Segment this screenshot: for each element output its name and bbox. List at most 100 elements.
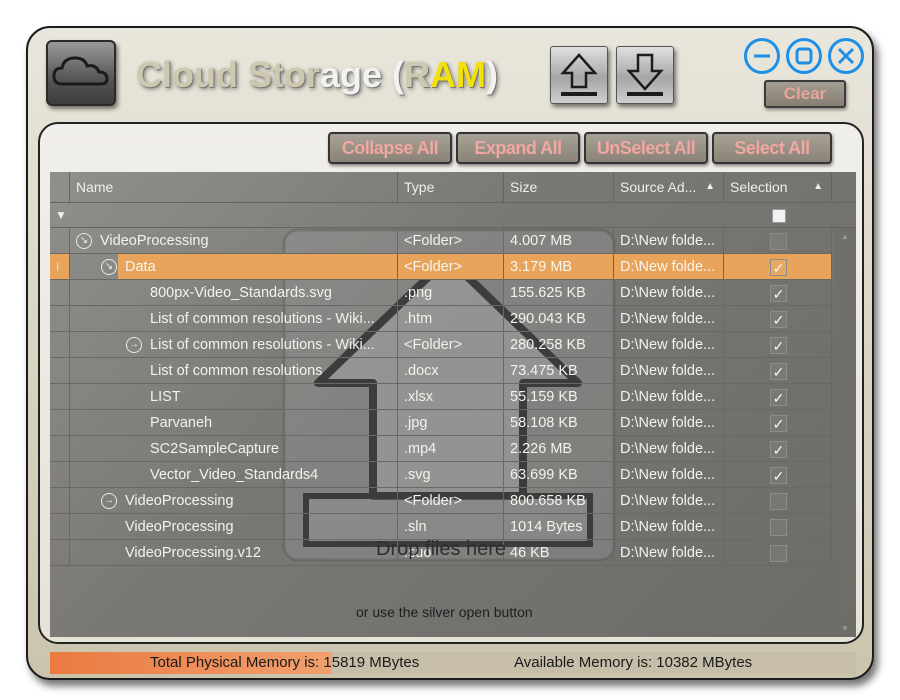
selection-checkbox[interactable]: ✓ [770,337,787,354]
row-indicator[interactable] [50,332,70,358]
scroll-down-icon[interactable]: ▼ [841,624,849,633]
file-name: Data [125,259,156,275]
selection-checkbox[interactable]: ✓ [770,389,787,406]
file-name: Vector_Video_Standards4 [150,467,319,483]
column-header-size[interactable]: Size [504,172,614,202]
name-cell[interactable]: Vector_Video_Standards4 [70,462,398,488]
selection-cell[interactable] [724,228,832,254]
row-indicator[interactable] [50,384,70,410]
clear-button[interactable]: Clear [764,80,846,108]
column-header-name[interactable]: Name [70,172,398,202]
column-header-type[interactable]: Type [398,172,504,202]
selection-checkbox[interactable]: ✓ [770,311,787,328]
filter-icon[interactable]: ▼ [55,208,67,222]
row-indicator[interactable] [50,306,70,332]
row-indicator[interactable] [50,514,70,540]
close-button[interactable] [828,38,864,74]
selection-cell[interactable]: ✓ [724,436,832,462]
table-row[interactable]: → VideoProcessing <Folder> 800.658 KB D:\New… [50,488,856,514]
selection-checkbox[interactable] [770,519,787,536]
collapse-icon[interactable]: ↘ [76,233,92,249]
table-row[interactable]: ↘ VideoProcessing <Folder> 4.007 MB D:\New f… [50,228,856,254]
name-cell[interactable]: SC2SampleCapture [70,436,398,462]
cloud-icon[interactable] [46,40,116,106]
upload-button[interactable] [550,46,608,104]
selection-cell[interactable]: ✓ [724,332,832,358]
selection-cell[interactable]: ✓ [724,306,832,332]
source-cell: D:\New folde... [614,358,724,384]
minimize-button[interactable] [744,38,780,74]
selection-cell[interactable]: ✓ [724,358,832,384]
name-cell[interactable]: ↘ VideoProcessing [70,228,398,254]
type-cell: <Folder> [398,228,504,254]
download-button[interactable] [616,46,674,104]
row-indicator[interactable] [50,436,70,462]
selection-checkbox[interactable]: ✓ [770,363,787,380]
selection-cell[interactable]: ✓ [724,384,832,410]
row-indicator[interactable] [50,410,70,436]
selection-checkbox[interactable] [770,233,787,250]
table-row[interactable]: → List of common resolutions - Wiki... <Fo… [50,332,856,358]
selection-cell[interactable] [724,514,832,540]
expand-icon[interactable]: → [126,337,142,353]
column-header-source[interactable]: Source Ad... ▲ [614,172,724,202]
type-cell: .htm [398,306,504,332]
source-cell: D:\New folde... [614,332,724,358]
vertical-scrollbar[interactable]: ▲ ▼ [834,228,856,637]
select-all-checkbox[interactable] [772,209,786,223]
selection-cell[interactable]: ✓ [724,280,832,306]
row-indicator[interactable] [50,280,70,306]
table-row[interactable]: 800px-Video_Standards.svg .png 155.625 KB D… [50,280,856,306]
table-row[interactable]: LIST .xlsx 55.159 KB D:\New folde... ✓ [50,384,856,410]
selection-checkbox[interactable]: ✓ [770,467,787,484]
name-cell[interactable]: → VideoProcessing [70,488,398,514]
table-row[interactable]: Parvaneh .jpg 58.108 KB D:\New folde... ✓ [50,410,856,436]
name-cell[interactable]: LIST [70,384,398,410]
table-row[interactable]: List of common resolutions - Wiki... .htm… [50,306,856,332]
file-name: VideoProcessing [100,233,209,249]
row-indicator[interactable] [50,358,70,384]
select-all-button[interactable]: Select All [712,132,832,164]
name-cell[interactable]: Parvaneh [70,410,398,436]
table-row[interactable]: SC2SampleCapture .mp4 2.226 MB D:\New folde… [50,436,856,462]
selection-checkbox[interactable]: ✓ [770,415,787,432]
table-row[interactable]: List of common resolutions .docx 73.475 KB… [50,358,856,384]
name-cell[interactable]: List of common resolutions - Wiki... [70,306,398,332]
row-indicator[interactable]: I [50,254,70,280]
filter-row: ▼ [50,202,856,228]
collapse-all-button[interactable]: Collapse All [328,132,452,164]
expand-icon[interactable]: → [101,493,117,509]
selection-cell[interactable]: ✓ [724,462,832,488]
row-indicator[interactable] [50,540,70,566]
name-cell[interactable]: → List of common resolutions - Wiki... [70,332,398,358]
name-cell[interactable]: List of common resolutions [70,358,398,384]
collapse-icon[interactable]: ↘ [101,259,117,275]
unselect-all-button[interactable]: UnSelect All [584,132,708,164]
name-cell[interactable]: 800px-Video_Standards.svg [70,280,398,306]
selection-checkbox[interactable]: ✓ [770,441,787,458]
name-cell[interactable]: VideoProcessing.v12 [70,540,398,566]
table-row[interactable]: VideoProcessing .sln 1014 Bytes D:\New fold… [50,514,856,540]
row-indicator[interactable] [50,462,70,488]
selection-cell[interactable]: ✓ [724,254,832,280]
column-header-selection[interactable]: Selection ▲ [724,172,832,202]
source-cell: D:\New folde... [614,410,724,436]
selection-checkbox[interactable]: ✓ [770,259,787,276]
table-row[interactable]: Vector_Video_Standards4 .svg 63.699 KB D:\N… [50,462,856,488]
row-indicator[interactable] [50,488,70,514]
expand-all-button[interactable]: Expand All [456,132,580,164]
table-row[interactable]: I ↘ Data <Folder> 3.179 MB D:\New folde... ✓ [50,254,856,280]
selection-cell[interactable]: ✓ [724,410,832,436]
name-cell[interactable]: ↘ Data [70,254,398,280]
selection-checkbox[interactable]: ✓ [770,285,787,302]
selection-cell[interactable] [724,488,832,514]
selection-checkbox[interactable] [770,493,787,510]
total-memory-label: Total Physical Memory is: 15819 MBytes [150,654,420,671]
row-indicator[interactable] [50,228,70,254]
scroll-up-icon[interactable]: ▲ [841,232,849,241]
size-cell: 73.475 KB [504,358,614,384]
selection-checkbox[interactable] [770,545,787,562]
name-cell[interactable]: VideoProcessing [70,514,398,540]
maximize-button[interactable] [786,38,822,74]
selection-cell[interactable] [724,540,832,566]
